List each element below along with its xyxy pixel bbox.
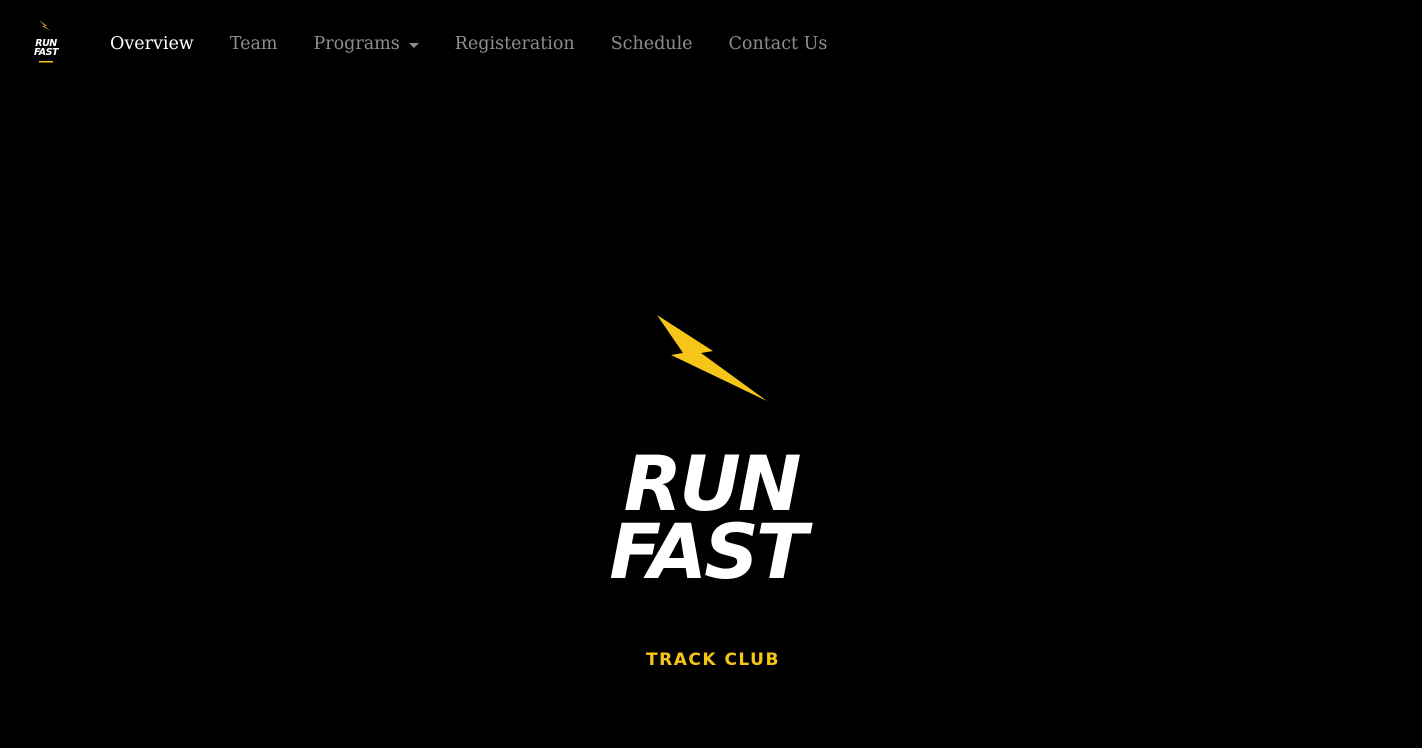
hero-title-line2: FAST [609,507,808,596]
nav-link-programs[interactable]: Programs [295,30,436,58]
nav-link-registeration[interactable]: Registeration [437,30,593,58]
logo-underline [39,61,53,63]
nav-link-contact-us[interactable]: Contact Us [711,30,846,58]
page: RUN FAST Overview Team Programs Register… [0,0,1422,748]
chevron-down-icon [408,42,419,48]
logo-bolt-icon [39,20,51,31]
nav-links: Overview Team Programs Registeration Sch… [92,30,845,58]
logo-line2: FAST [34,47,60,58]
lightning-bolt-icon [657,315,767,401]
nav-link-overview[interactable]: Overview [92,30,212,58]
hero-subtitle: TRACK CLUB [646,650,780,670]
hero: RUN FAST TRACK CLUB [0,88,1422,748]
nav-link-schedule[interactable]: Schedule [593,30,711,58]
nav-link-programs-label: Programs [313,34,400,54]
navbar: RUN FAST Overview Team Programs Register… [0,0,1422,88]
brand-logo[interactable]: RUN FAST [30,18,62,68]
nav-link-team[interactable]: Team [212,30,296,58]
hero-title: RUN FAST [0,446,1422,596]
